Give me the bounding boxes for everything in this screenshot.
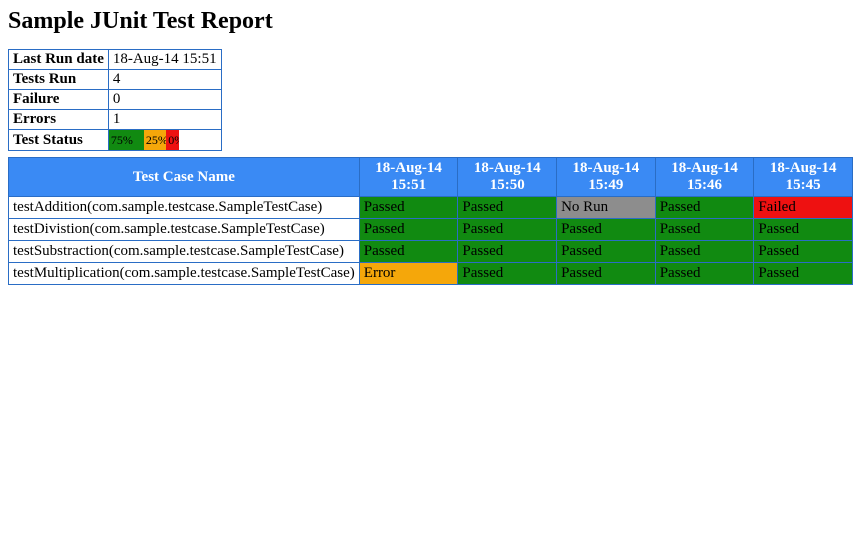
summary-row-label: Tests Run — [9, 70, 109, 90]
summary-table: Last Run date18-Aug-14 15:51Tests Run4Fa… — [8, 49, 222, 151]
test-case-name: testMultiplication(com.sample.testcase.S… — [9, 263, 360, 285]
status-fail-segment: 25% — [144, 130, 166, 150]
results-header-name: Test Case Name — [9, 158, 360, 197]
test-result-cell: Failed — [754, 197, 853, 219]
test-result-cell: Error — [359, 263, 458, 285]
status-error-segment: 0% — [166, 130, 179, 150]
test-result-cell: Passed — [655, 219, 754, 241]
summary-row-value: 4 — [108, 70, 221, 90]
table-row: testMultiplication(com.sample.testcase.S… — [9, 263, 853, 285]
results-header-run: 18-Aug-14 15:50 — [458, 158, 557, 197]
test-case-name: testAddition(com.sample.testcase.SampleT… — [9, 197, 360, 219]
table-row: testDivistion(com.sample.testcase.Sample… — [9, 219, 853, 241]
summary-row-label: Failure — [9, 90, 109, 110]
summary-status-label: Test Status — [9, 130, 109, 151]
test-result-cell: Passed — [359, 197, 458, 219]
summary-row-label: Last Run date — [9, 50, 109, 70]
status-pass-segment: 75% — [109, 130, 144, 150]
results-table: Test Case Name18-Aug-14 15:5118-Aug-14 1… — [8, 157, 853, 285]
test-result-cell: Passed — [458, 197, 557, 219]
test-result-cell: Passed — [458, 219, 557, 241]
test-result-cell: Passed — [359, 241, 458, 263]
results-header-run: 18-Aug-14 15:45 — [754, 158, 853, 197]
test-result-cell: Passed — [458, 241, 557, 263]
test-result-cell: Passed — [557, 241, 656, 263]
test-result-cell: Passed — [655, 263, 754, 285]
test-result-cell: Passed — [754, 241, 853, 263]
test-case-name: testSubstraction(com.sample.testcase.Sam… — [9, 241, 360, 263]
results-header-run: 18-Aug-14 15:49 — [557, 158, 656, 197]
test-result-cell: Passed — [655, 197, 754, 219]
test-result-cell: Passed — [557, 219, 656, 241]
test-result-cell: Passed — [458, 263, 557, 285]
page-title: Sample JUnit Test Report — [8, 8, 853, 35]
test-result-cell: No Run — [557, 197, 656, 219]
summary-row-label: Errors — [9, 110, 109, 130]
summary-row-value: 0 — [108, 90, 221, 110]
test-result-cell: Passed — [754, 219, 853, 241]
summary-row-value: 18-Aug-14 15:51 — [108, 50, 221, 70]
test-result-cell: Passed — [359, 219, 458, 241]
table-row: testSubstraction(com.sample.testcase.Sam… — [9, 241, 853, 263]
summary-status-bar: 75% 25% 0% — [108, 130, 221, 151]
summary-row-value: 1 — [108, 110, 221, 130]
results-header-run: 18-Aug-14 15:46 — [655, 158, 754, 197]
table-row: testAddition(com.sample.testcase.SampleT… — [9, 197, 853, 219]
test-result-cell: Passed — [754, 263, 853, 285]
results-header-run: 18-Aug-14 15:51 — [359, 158, 458, 197]
test-case-name: testDivistion(com.sample.testcase.Sample… — [9, 219, 360, 241]
test-result-cell: Passed — [655, 241, 754, 263]
test-result-cell: Passed — [557, 263, 656, 285]
